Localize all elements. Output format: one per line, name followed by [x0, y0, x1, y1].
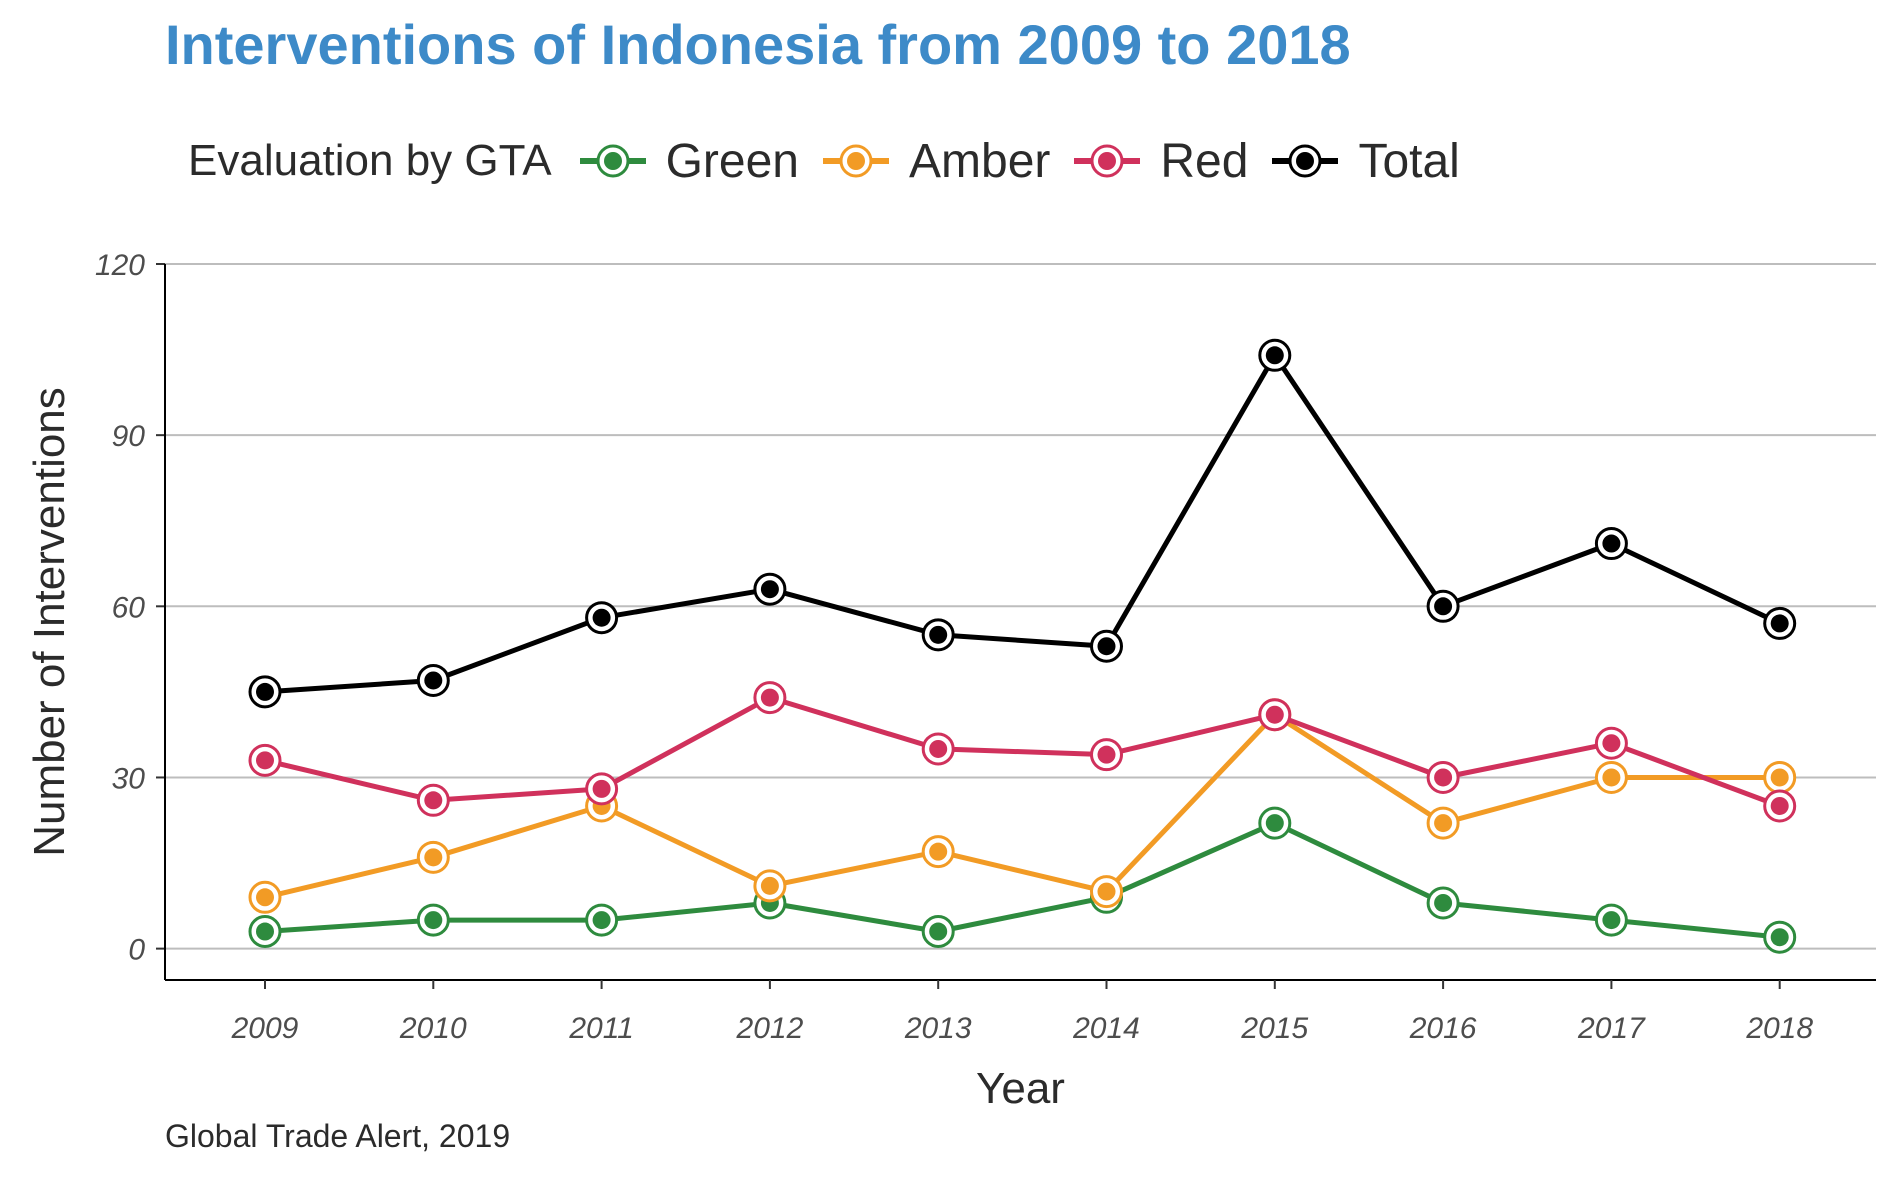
- y-tick-label: 30: [112, 762, 146, 795]
- data-point-red-2013: [929, 739, 948, 758]
- data-point-green-2013: [929, 922, 948, 941]
- x-tick-label: 2016: [1409, 1012, 1477, 1045]
- data-point-total-2015: [1265, 346, 1284, 365]
- y-tick-label: 90: [112, 420, 146, 453]
- data-point-red-2012: [760, 688, 779, 707]
- data-point-green-2015: [1265, 814, 1284, 833]
- series-line-total: [262, 352, 1783, 695]
- data-point-amber-2018: [1770, 768, 1789, 787]
- series-line-amber: [262, 712, 1783, 900]
- data-point-red-2018: [1770, 796, 1789, 815]
- data-point-green-2010: [424, 911, 443, 930]
- data-point-total-2012: [760, 580, 779, 599]
- data-point-total-2014: [1097, 637, 1116, 656]
- data-point-red-2011: [592, 779, 611, 798]
- data-point-green-2009: [256, 922, 274, 941]
- data-point-total-2017: [1602, 534, 1621, 553]
- chart-caption: Global Trade Alert, 2019: [165, 1118, 511, 1154]
- y-tick-label: 0: [128, 934, 145, 967]
- y-tick-label: 60: [112, 591, 146, 624]
- data-point-amber-2014: [1097, 882, 1116, 901]
- data-point-total-2010: [424, 671, 443, 690]
- data-point-green-2011: [592, 911, 611, 930]
- x-tick-label: 2012: [736, 1012, 804, 1045]
- data-point-total-2009: [256, 682, 274, 701]
- data-point-total-2016: [1434, 597, 1453, 616]
- data-point-green-2017: [1602, 911, 1621, 930]
- data-point-total-2018: [1770, 614, 1789, 633]
- series-line-red: [262, 695, 1783, 809]
- data-point-total-2013: [929, 625, 948, 644]
- x-tick-label: 2018: [1745, 1012, 1813, 1045]
- x-tick-label: 2014: [1072, 1012, 1140, 1045]
- data-point-amber-2013: [929, 842, 948, 861]
- data-point-red-2016: [1434, 768, 1453, 787]
- x-tick-label: 2009: [231, 1012, 299, 1045]
- data-point-total-2011: [592, 608, 611, 627]
- data-point-green-2016: [1434, 893, 1453, 912]
- data-point-amber-2009: [256, 888, 274, 907]
- data-point-red-2009: [256, 751, 274, 770]
- x-tick-label: 2015: [1240, 1012, 1308, 1045]
- data-point-amber-2017: [1602, 768, 1621, 787]
- x-tick-label: 2013: [904, 1012, 972, 1045]
- data-point-green-2018: [1770, 928, 1789, 947]
- x-axis-title: Year: [976, 1064, 1065, 1113]
- data-point-red-2010: [424, 791, 443, 810]
- x-tick-label: 2010: [399, 1012, 467, 1045]
- data-point-amber-2016: [1434, 814, 1453, 833]
- data-point-red-2014: [1097, 745, 1116, 764]
- data-point-red-2015: [1265, 705, 1284, 724]
- line-chart: 0 30 60 90 120 2009 2010 2011 2012 2013 2014 2015 20…: [25, 249, 1876, 1113]
- y-tick-label: 120: [95, 249, 145, 282]
- x-tick-label: 2011: [568, 1012, 634, 1045]
- data-point-amber-2010: [424, 848, 443, 867]
- y-axis-title: Number of Interventions: [25, 387, 74, 857]
- data-point-red-2017: [1602, 734, 1621, 753]
- data-point-amber-2012: [760, 876, 779, 895]
- x-tick-label: 2017: [1577, 1012, 1646, 1045]
